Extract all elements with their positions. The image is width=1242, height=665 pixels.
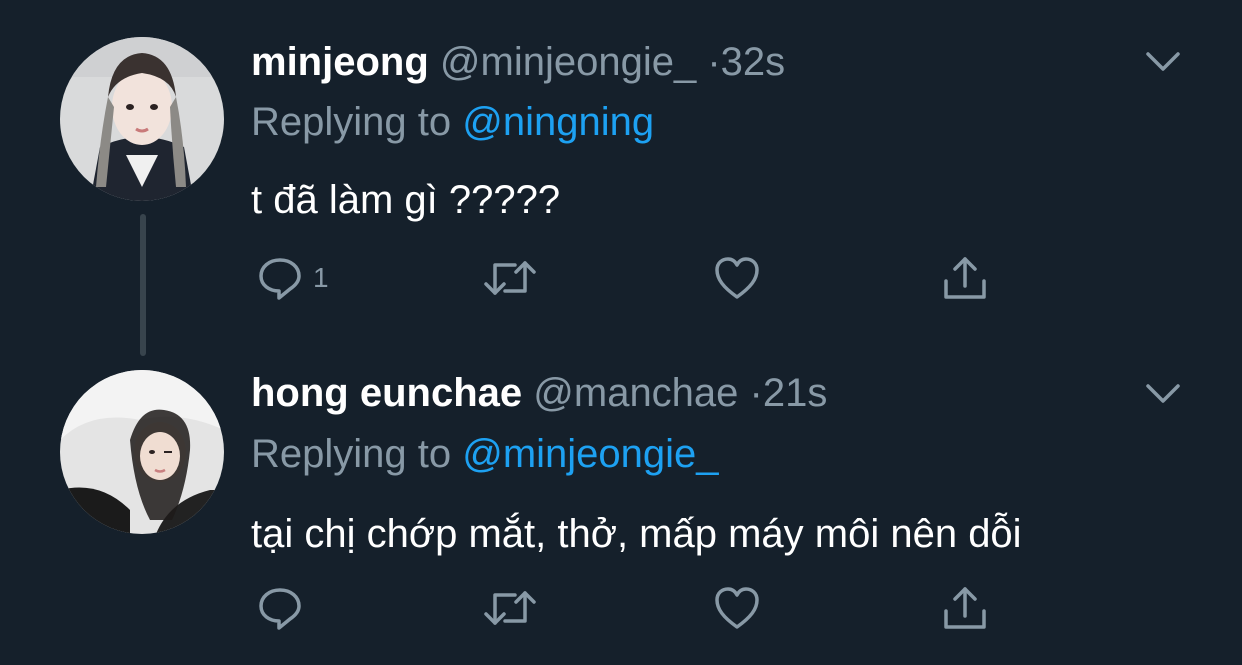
tweet-2[interactable]: hong eunchae @manchae ·21s Replying to @… <box>0 340 1242 665</box>
like-icon <box>713 585 761 631</box>
separator-dot: · <box>749 371 763 415</box>
tweet-1[interactable]: minjeong @minjeongie_ ·32s Replying to @… <box>0 0 1242 340</box>
reply-button[interactable] <box>257 583 313 633</box>
timestamp[interactable]: 32s <box>721 40 786 84</box>
share-button[interactable] <box>941 583 989 633</box>
tweet-actions <box>251 583 1011 633</box>
like-icon <box>713 255 761 301</box>
user-handle[interactable]: @manchae <box>533 371 738 415</box>
tweet-text: tại chị chớp mắt, thở, mấp máy môi nên d… <box>251 512 1022 556</box>
chevron-down-icon[interactable] <box>1142 372 1184 414</box>
replying-to-handle[interactable]: @ningning <box>462 100 654 144</box>
share-button[interactable] <box>941 253 989 303</box>
reply-icon <box>257 255 303 301</box>
share-icon <box>941 254 989 302</box>
replying-to: Replying to @minjeongie_ <box>251 430 719 478</box>
display-name[interactable]: minjeong <box>251 40 429 84</box>
user-handle[interactable]: @minjeongie_ <box>440 40 696 84</box>
reply-icon <box>257 585 303 631</box>
separator-dot: · <box>707 40 721 84</box>
display-name[interactable]: hong eunchae <box>251 371 522 415</box>
share-icon <box>941 584 989 632</box>
retweet-button[interactable] <box>483 583 537 633</box>
tweet-header: hong eunchae @manchae ·21s <box>251 369 827 417</box>
timestamp[interactable]: 21s <box>763 371 828 415</box>
retweet-icon <box>483 585 537 631</box>
like-button[interactable] <box>713 253 761 303</box>
reply-button[interactable]: 1 <box>257 253 329 303</box>
retweet-icon <box>483 255 537 301</box>
tweet-header: minjeong @minjeongie_ ·32s <box>251 38 785 86</box>
retweet-button[interactable] <box>483 253 537 303</box>
replying-to-label: Replying to <box>251 100 463 144</box>
replying-to: Replying to @ningning <box>251 98 654 146</box>
chevron-down-icon[interactable] <box>1142 40 1184 82</box>
tweet-actions: 1 <box>251 253 1011 303</box>
avatar[interactable] <box>60 37 224 201</box>
replying-to-label: Replying to <box>251 432 463 476</box>
reply-count: 1 <box>313 262 329 293</box>
like-button[interactable] <box>713 583 761 633</box>
tweet-text: t đã làm gì ????? <box>251 178 561 222</box>
avatar[interactable] <box>60 370 224 534</box>
replying-to-handle[interactable]: @minjeongie_ <box>462 432 718 476</box>
